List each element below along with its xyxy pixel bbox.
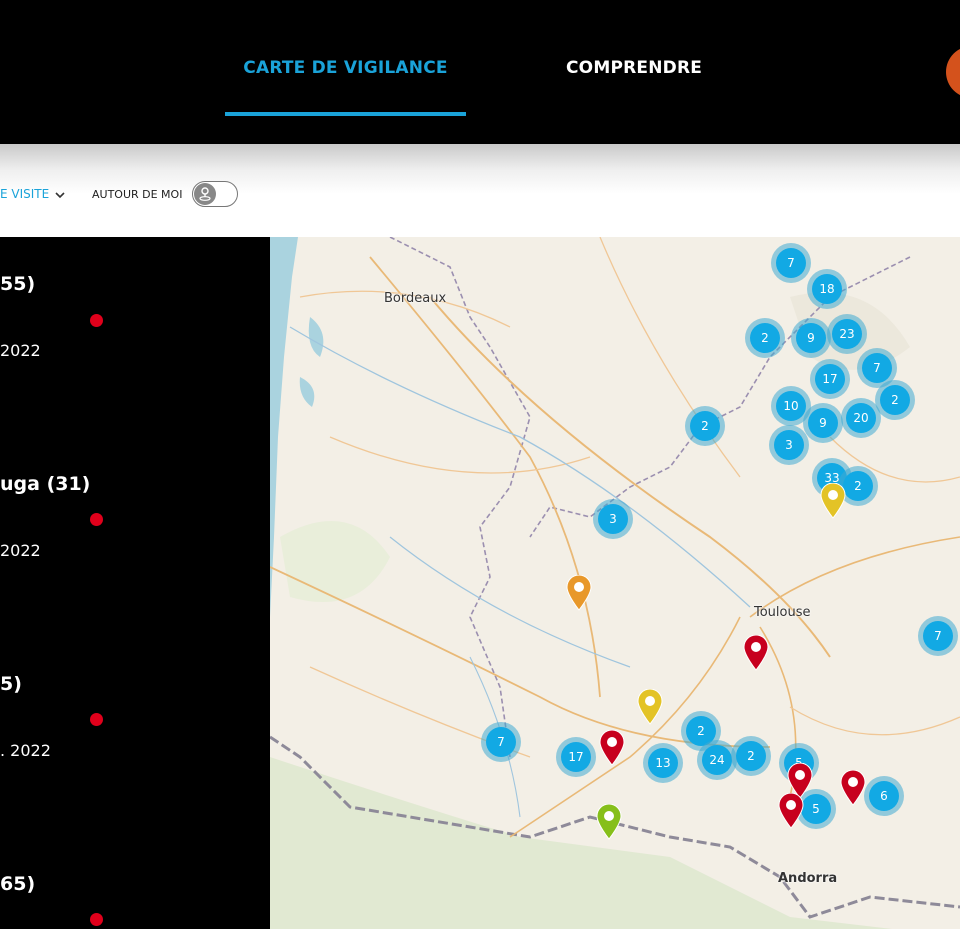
top-navigation: CARTE DE VIGILANCE COMPRENDRE [0,0,960,144]
city-label: Andorra [778,871,838,886]
chevron-down-icon[interactable] [54,189,66,201]
list-item-title[interactable]: 55) [0,273,35,295]
marker-cluster[interactable]: 3 [769,425,809,465]
map-pin-icon[interactable] [820,483,846,519]
cluster-count: 10 [776,391,806,421]
marker-cluster[interactable]: 7 [918,616,958,656]
cluster-count: 9 [808,408,838,438]
marker-cluster[interactable]: 6 [864,776,904,816]
cluster-count: 18 [812,274,842,304]
marker-cluster[interactable]: 9 [803,403,843,443]
map-pin-icon[interactable] [778,793,804,829]
cluster-count: 2 [843,471,873,501]
map-pin-icon[interactable] [840,770,866,806]
map-pin-icon[interactable] [566,575,592,611]
list-item-title[interactable]: 65) [0,873,35,895]
cluster-count: 17 [815,364,845,394]
status-dot [90,713,103,726]
cluster-count: 20 [846,403,876,433]
marker-cluster[interactable]: 17 [556,737,596,777]
marker-cluster[interactable]: 13 [643,743,683,783]
map-pin-icon[interactable] [596,804,622,840]
active-tab-indicator [225,112,466,116]
list-item-title[interactable]: 5) [0,673,22,695]
cluster-count: 7 [862,353,892,383]
around-me-toggle[interactable] [192,181,238,207]
cluster-count: 13 [648,748,678,778]
cluster-count: 24 [702,745,732,775]
marker-cluster[interactable]: 2 [745,318,785,358]
marker-cluster[interactable]: 17 [810,359,850,399]
visit-filter-dropdown[interactable]: E VISITE [0,187,49,201]
action-button[interactable] [946,46,960,98]
cluster-count: 9 [796,323,826,353]
vigilance-map[interactable]: Bordeaux Toulouse Andorra 7 18 2 9 23 17… [270,237,960,929]
map-pin-icon[interactable] [599,730,625,766]
cluster-count: 7 [776,248,806,278]
sidebar-list: 55) 2022 uga (31) 2022 5) . 2022 65) [0,237,270,929]
marker-cluster[interactable]: 3 [593,499,633,539]
marker-cluster[interactable]: 2 [685,406,725,446]
marker-cluster[interactable]: 23 [827,314,867,354]
list-item-title[interactable]: uga (31) [0,473,90,495]
location-icon [194,183,216,205]
cluster-count: 3 [774,430,804,460]
tab-carte-de-vigilance[interactable]: CARTE DE VIGILANCE [225,58,466,78]
list-item-date: . 2022 [0,741,51,760]
cluster-count: 3 [598,504,628,534]
marker-cluster[interactable]: 9 [791,318,831,358]
cluster-count: 23 [832,319,862,349]
cluster-count: 2 [880,385,910,415]
city-label: Toulouse [754,605,811,620]
marker-cluster[interactable]: 7 [481,722,521,762]
cluster-count: 2 [690,411,720,441]
status-dot [90,314,103,327]
city-label: Bordeaux [384,291,447,306]
marker-cluster[interactable]: 2 [875,380,915,420]
list-item-date: 2022 [0,341,41,360]
cluster-count: 7 [486,727,516,757]
cluster-count: 7 [923,621,953,651]
status-dot [90,513,103,526]
cluster-count: 2 [750,323,780,353]
list-item-date: 2022 [0,541,41,560]
status-dot [90,913,103,926]
map-pin-icon[interactable] [637,689,663,725]
cluster-count: 6 [869,781,899,811]
marker-cluster[interactable]: 20 [841,398,881,438]
tab-comprendre[interactable]: COMPRENDRE [566,58,702,78]
cluster-count: 2 [736,741,766,771]
around-me-label: AUTOUR DE MOI [92,188,183,201]
cluster-count: 17 [561,742,591,772]
marker-cluster[interactable]: 7 [771,243,811,283]
marker-cluster[interactable]: 2 [731,736,771,776]
map-pin-icon[interactable] [743,635,769,671]
marker-cluster[interactable]: 18 [807,269,847,309]
